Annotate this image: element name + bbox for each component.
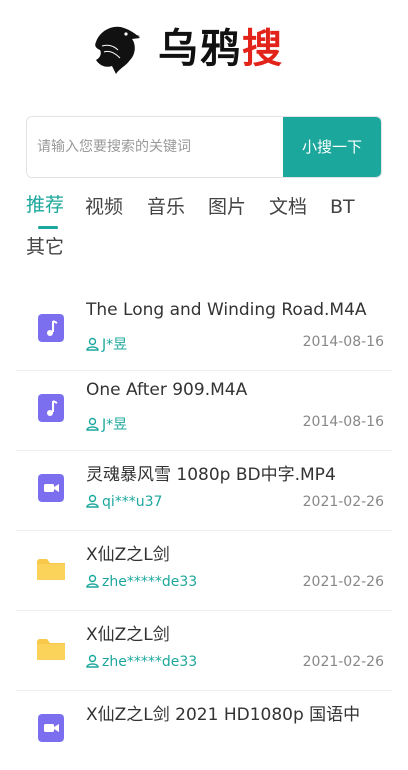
user-icon: [86, 337, 99, 351]
uploader: zhe*****de33: [86, 574, 197, 590]
folder-icon: [37, 639, 65, 660]
file-date: 2014-08-16: [302, 414, 384, 430]
file-date: 2021-02-26: [302, 654, 384, 670]
tab-image[interactable]: 图片: [208, 192, 246, 222]
logo-text: 乌鸦搜: [158, 26, 284, 72]
user-icon: [86, 654, 99, 668]
uploader: J*昱: [86, 334, 127, 354]
file-date: 2014-08-16: [302, 334, 384, 350]
file-date: 2021-02-26: [302, 574, 384, 590]
file-date: 2021-02-26: [302, 494, 384, 510]
user-icon: [86, 574, 99, 588]
file-name[interactable]: One After 909.M4A: [86, 380, 386, 400]
list-item[interactable]: X仙Z之L剑 2021 HD1080p 国语中: [16, 690, 392, 770]
list-item[interactable]: X仙Z之L剑 zhe*****de33 2021-02-26: [16, 530, 392, 611]
music-file-icon: [38, 314, 64, 342]
file-name[interactable]: X仙Z之L剑: [86, 540, 386, 565]
tab-music[interactable]: 音乐: [147, 192, 185, 222]
user-icon: [86, 417, 99, 431]
folder-icon: [37, 559, 65, 580]
file-name[interactable]: X仙Z之L剑: [86, 620, 386, 645]
video-file-icon: [38, 714, 64, 742]
video-file-icon: [38, 474, 64, 502]
user-icon: [86, 494, 99, 508]
list-item[interactable]: X仙Z之L剑 zhe*****de33 2021-02-26: [16, 610, 392, 691]
file-name[interactable]: X仙Z之L剑 2021 HD1080p 国语中: [86, 700, 386, 725]
tab-other[interactable]: 其它: [26, 232, 64, 262]
file-name[interactable]: The Long and Winding Road.M4A: [86, 300, 386, 320]
logo: 乌鸦搜: [0, 18, 408, 80]
active-tab-indicator: [38, 226, 58, 229]
list-item[interactable]: One After 909.M4A J*昱 2014-08-16: [16, 370, 392, 451]
tab-recommend[interactable]: 推荐: [26, 190, 64, 220]
uploader: zhe*****de33: [86, 654, 197, 670]
crow-logo-icon: [95, 26, 140, 74]
tab-bt[interactable]: BT: [330, 192, 355, 222]
music-file-icon: [38, 394, 64, 422]
file-name[interactable]: 灵魂暴风雪 1080p BD中字.MP4: [86, 460, 386, 485]
search-bar: 小搜一下: [26, 116, 382, 178]
uploader: J*昱: [86, 414, 127, 434]
list-item[interactable]: The Long and Winding Road.M4A J*昱 2014-0…: [16, 290, 392, 371]
search-button[interactable]: 小搜一下: [283, 117, 381, 177]
tab-document[interactable]: 文档: [269, 192, 307, 222]
tab-video[interactable]: 视频: [85, 192, 123, 222]
uploader: qi***u37: [86, 494, 162, 510]
list-item[interactable]: 灵魂暴风雪 1080p BD中字.MP4 qi***u37 2021-02-26: [16, 450, 392, 531]
search-input[interactable]: [27, 117, 285, 177]
